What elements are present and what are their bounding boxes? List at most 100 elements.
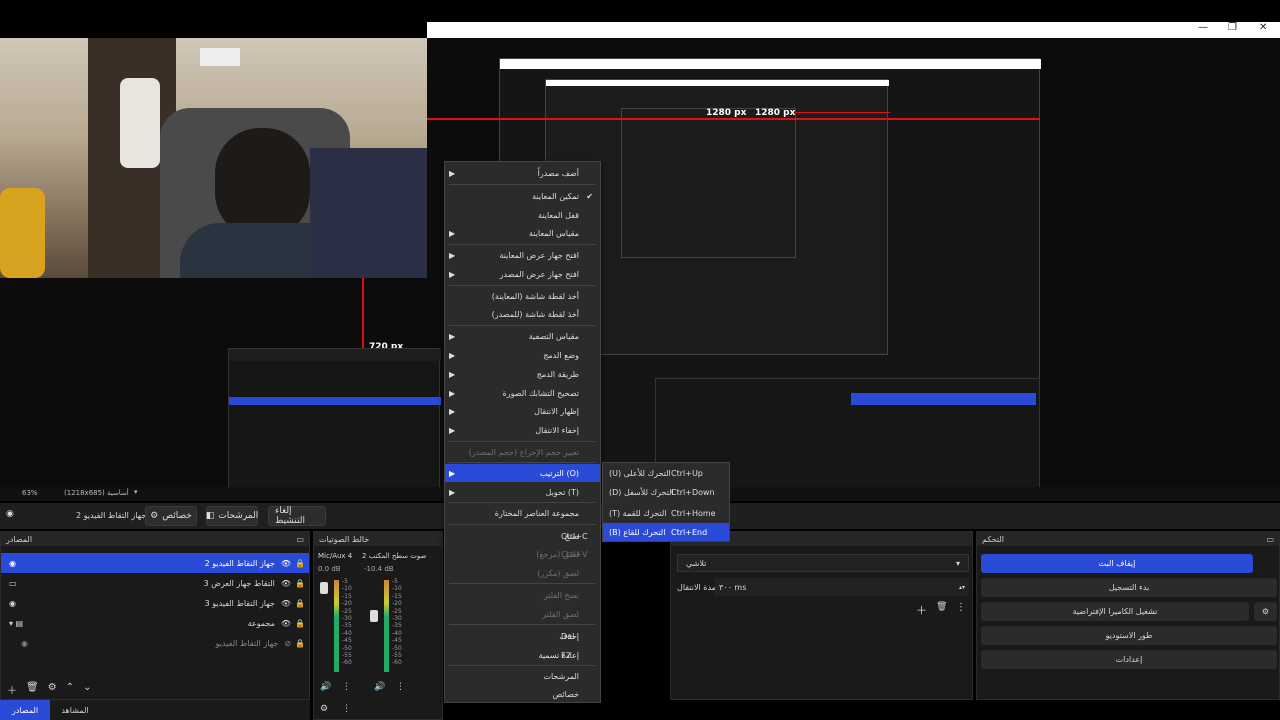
speaker-icon[interactable]: 🔊	[320, 682, 331, 692]
duration-field[interactable]: ٣٠٠ ms ▴▾	[715, 578, 969, 596]
more-icon[interactable]: ⋮	[396, 682, 405, 692]
menu-lock-preview[interactable]: قفل المعاينة	[445, 206, 600, 224]
trash-icon[interactable]: 🗑	[26, 682, 39, 697]
tab-scenes[interactable]: المشاهد	[50, 700, 100, 720]
virtual-camera-settings[interactable]: ⚙	[1254, 602, 1277, 621]
properties-button[interactable]: ⚙ خصائص	[145, 506, 197, 526]
eye-icon[interactable]: 👁	[281, 579, 291, 588]
stop-stream-button[interactable]: إيقاف البث	[981, 554, 1253, 573]
menu-label: قفل المعاينة	[538, 210, 579, 220]
scale-tick: -50	[392, 644, 402, 652]
menu-order[interactable]: ▶ (O) الترتيب	[445, 464, 600, 482]
more-icon[interactable]: ⋮	[342, 682, 351, 692]
dock-float-icon[interactable]: ▭	[296, 535, 304, 544]
shortcut-label: Del	[561, 631, 575, 641]
air-conditioner	[200, 48, 240, 66]
lock-icon[interactable]: 🔒	[295, 559, 305, 568]
chevron-down-icon[interactable]: ⌄	[83, 682, 91, 697]
menu-screenshot-preview[interactable]: أخذ لقطة شاشة (المعاينة)	[445, 287, 600, 305]
speaker-icon[interactable]: 🔊	[374, 682, 385, 692]
source-item[interactable]: ◉ جهاز التقاط الفيديو ⊘ 🔒	[1, 633, 309, 653]
channel-1-db: 0.0 dB	[318, 565, 341, 573]
transition-select[interactable]: تلاشي ▾	[677, 554, 969, 572]
chevron-right-icon: ▶	[449, 250, 456, 260]
scale-tick: -35	[392, 622, 402, 630]
menu-label: لصق الفلتر	[542, 609, 579, 619]
menu-screenshot-source[interactable]: أخذ لقطة شاشة (للمصدر)	[445, 305, 600, 323]
scale-tick: -20	[392, 600, 402, 608]
menu-copy[interactable]: Ctrl+C نسخ	[445, 527, 600, 545]
lock-icon[interactable]: 🔒	[295, 619, 305, 628]
eye-slash-icon[interactable]: ⊘	[284, 639, 291, 648]
tab-sources[interactable]: المصادر	[0, 700, 50, 720]
controls-dock: التحكم ▭ إيقاف البث بدء التسجيل تشغيل الك…	[976, 531, 1280, 700]
virtual-camera-button[interactable]: تشغيل الكاميرا الإفتراضية	[981, 602, 1249, 621]
menu-open-source-projector[interactable]: ▶ افتح جهاز عرض المصدر	[445, 265, 600, 283]
menu-remove[interactable]: Del إحذف	[445, 627, 600, 645]
eye-icon[interactable]: 👁	[281, 559, 291, 568]
preview-canvas[interactable]: 1280 px 1280 px 720 px	[0, 38, 1280, 488]
add-icon[interactable]: ＋	[7, 682, 17, 697]
submenu-move-bottom[interactable]: (B) التحرك للقاع Ctrl+End	[603, 523, 729, 541]
filters-button[interactable]: ◧ المرشحات	[206, 506, 258, 526]
more-icon[interactable]: ⋮	[956, 602, 966, 613]
maximize-icon[interactable]: ❐	[1228, 22, 1237, 33]
menu-group-selected[interactable]: مجموعة العناصر المختارة	[445, 504, 600, 522]
settings-button[interactable]: إعدادات	[981, 650, 1277, 669]
submenu-move-top[interactable]: (T) التحرك للقمة Ctrl+Home	[603, 504, 729, 522]
scale-tick: -50	[342, 644, 352, 652]
menu-scale-filtering[interactable]: ▶ مقياس التصفية	[445, 327, 600, 345]
menu-enable-preview[interactable]: ✔ تمكين المعاينة	[445, 187, 600, 205]
studio-mode-button[interactable]: طور الاستوديو	[981, 626, 1277, 645]
stepper-icon[interactable]: ▴▾	[959, 584, 965, 591]
dock-float-icon[interactable]: ▭	[1266, 535, 1274, 544]
menu-properties[interactable]: خصائص	[445, 685, 600, 703]
channel-2-fader[interactable]	[370, 610, 378, 622]
menu-show-transition[interactable]: ▶ إظهار الانتقال	[445, 402, 600, 420]
chevron-down-icon[interactable]: ▾	[134, 488, 138, 496]
source-item[interactable]: ◉ جهاز التقاط الفيديو 3 👁 🔒	[1, 593, 309, 613]
source-label: التقاط جهاز العرض 3	[203, 578, 275, 588]
gear-icon[interactable]: ⚙	[48, 682, 57, 697]
trash-icon[interactable]: 🗑	[936, 602, 947, 612]
menu-label: افتح جهاز عرض المعاينة	[499, 250, 579, 260]
gear-icon[interactable]: ⚙	[320, 704, 328, 714]
lock-icon[interactable]: 🔒	[295, 599, 305, 608]
menu-open-preview-projector[interactable]: ▶ افتح جهاز عرض المعاينة	[445, 246, 600, 264]
submenu-label: (T) التحرك للقمة	[609, 508, 667, 518]
menu-filters[interactable]: المرشحات	[445, 667, 600, 685]
menu-separator	[449, 624, 596, 625]
zoom-level[interactable]: 63%	[22, 489, 38, 497]
eye-icon[interactable]: 👁	[281, 599, 291, 608]
channel-1-fader[interactable]	[320, 582, 328, 594]
add-icon[interactable]: ＋	[916, 602, 927, 618]
chevron-up-icon[interactable]: ⌃	[66, 682, 74, 697]
submenu-label: (D) التحرك للأسفل	[609, 487, 674, 497]
start-record-button[interactable]: بدء التسجيل	[981, 578, 1277, 597]
minimize-icon[interactable]: —	[1198, 22, 1208, 33]
lock-icon[interactable]: 🔒	[295, 639, 305, 648]
lock-icon[interactable]: 🔒	[295, 579, 305, 588]
more-icon[interactable]: ⋮	[342, 704, 351, 714]
menu-hide-transition[interactable]: ▶ إخفاء الانتقال	[445, 421, 600, 439]
transitions-dock: تلاشي ▾ مدة الانتقال ٣٠٠ ms ▴▾ ＋ 🗑 ⋮	[670, 531, 973, 700]
source-item[interactable]: ▾ ▤ مجموعة 👁 🔒	[1, 613, 309, 633]
menu-add-source[interactable]: ▶ أضف مصدراً	[445, 164, 600, 182]
menu-blend-method[interactable]: ▶ طريقة الدمج	[445, 365, 600, 383]
controls-header: التحكم ▭	[977, 532, 1279, 546]
channel-2-db: -10.4 dB	[364, 565, 394, 573]
source-item[interactable]: ▭ التقاط جهاز العرض 3 👁 🔒	[1, 573, 309, 593]
source-item[interactable]: ◉ جهاز التقاط الفيديو 2 👁 🔒	[1, 553, 309, 573]
menu-transform[interactable]: ▶ (T) تحويل	[445, 483, 600, 501]
menu-label: افتح جهاز عرض المصدر	[499, 269, 579, 279]
menu-rename[interactable]: F2 إعادة تسمية	[445, 646, 600, 664]
deactivate-button[interactable]: إلغاء التنشيط	[268, 506, 326, 526]
menu-preview-scale[interactable]: ▶ مقياس المعاينة	[445, 224, 600, 242]
camera-icon: ◉	[9, 558, 16, 568]
menu-deinterlace[interactable]: ▶ تصحيح التشابك الصورة	[445, 384, 600, 402]
eye-icon[interactable]: 👁	[281, 619, 291, 628]
menu-blend-mode[interactable]: ▶ وضع الدمج	[445, 346, 600, 364]
submenu-move-down[interactable]: (D) التحرك للأسفل Ctrl+Down	[603, 483, 729, 501]
close-icon[interactable]: ✕	[1259, 22, 1267, 33]
submenu-move-up[interactable]: (U) التحرك للأعلى Ctrl+Up	[603, 464, 729, 482]
